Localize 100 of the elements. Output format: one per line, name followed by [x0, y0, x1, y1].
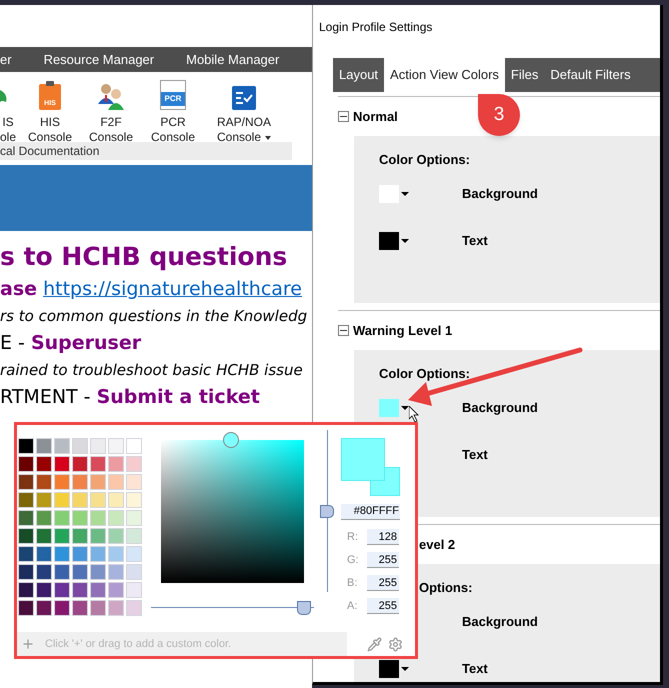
ribbon-button[interactable]: IS ole [0, 115, 16, 145]
palette-swatch[interactable] [108, 546, 124, 562]
palette-swatch[interactable] [90, 510, 106, 526]
palette-swatch[interactable] [90, 456, 106, 472]
channel-field[interactable]: 255 [367, 552, 399, 568]
palette-swatch[interactable] [54, 546, 70, 562]
palette-swatch[interactable] [36, 546, 52, 562]
palette-swatch[interactable] [18, 456, 34, 472]
slider-thumb[interactable] [320, 505, 334, 518]
palette-swatch[interactable] [18, 528, 34, 544]
color-label: Background [462, 613, 538, 632]
palette-swatch[interactable] [54, 582, 70, 598]
palette-swatch[interactable] [18, 438, 34, 454]
palette-swatch[interactable] [126, 456, 142, 472]
palette-swatch[interactable] [18, 474, 34, 490]
palette-swatch[interactable] [108, 474, 124, 490]
palette-swatch[interactable] [72, 600, 88, 616]
palette-swatch[interactable] [90, 600, 106, 616]
palette-swatch[interactable] [108, 510, 124, 526]
hex-field[interactable]: #80FFFF [341, 504, 400, 520]
palette-swatch[interactable] [36, 510, 52, 526]
palette-swatch[interactable] [18, 600, 34, 616]
palette-swatch[interactable] [72, 564, 88, 580]
channel-field[interactable]: 128 [367, 529, 399, 546]
palette-swatch[interactable] [36, 582, 52, 598]
palette-swatch[interactable] [108, 438, 124, 454]
color-label: Text [462, 660, 488, 678]
collapse-icon[interactable] [338, 111, 349, 122]
menu-item[interactable]: Mobile Manager [186, 50, 280, 70]
palette-swatch[interactable] [108, 492, 124, 508]
palette-swatch[interactable] [90, 564, 106, 580]
add-icon[interactable] [21, 637, 35, 651]
palette-swatch[interactable] [36, 492, 52, 508]
color-swatch[interactable] [379, 232, 399, 250]
palette-swatch[interactable] [126, 492, 142, 508]
palette-swatch[interactable] [90, 582, 106, 598]
slider-thumb[interactable] [297, 601, 312, 615]
palette-swatch[interactable] [36, 474, 52, 490]
palette-swatch[interactable] [108, 564, 124, 580]
color-swatch[interactable] [379, 399, 399, 417]
palette-swatch[interactable] [36, 600, 52, 616]
palette-swatch[interactable] [108, 582, 124, 598]
palette-swatch[interactable] [72, 492, 88, 508]
palette-swatch[interactable] [90, 528, 106, 544]
palette-swatch[interactable] [126, 564, 142, 580]
ribbon-button[interactable]: F2F Console [88, 115, 134, 145]
palette-swatch[interactable] [18, 582, 34, 598]
palette-swatch[interactable] [54, 492, 70, 508]
palette-swatch[interactable] [72, 510, 88, 526]
palette-swatch[interactable] [54, 438, 70, 454]
link[interactable]: https://signaturehealthcare [43, 278, 302, 300]
palette-swatch[interactable] [54, 510, 70, 526]
saturation-area[interactable] [161, 440, 304, 583]
palette-swatch[interactable] [54, 564, 70, 580]
palette-swatch[interactable] [36, 438, 52, 454]
ribbon-button[interactable]: HIS Console [28, 115, 72, 145]
palette-swatch[interactable] [90, 438, 106, 454]
palette-swatch[interactable] [126, 546, 142, 562]
palette-swatch[interactable] [54, 456, 70, 472]
palette-swatch[interactable] [72, 528, 88, 544]
palette-swatch[interactable] [108, 528, 124, 544]
palette-swatch[interactable] [90, 492, 106, 508]
palette-swatch[interactable] [54, 600, 70, 616]
palette-swatch[interactable] [54, 528, 70, 544]
channel-field[interactable]: 255 [367, 598, 399, 614]
palette-swatch[interactable] [72, 474, 88, 490]
palette-swatch[interactable] [108, 456, 124, 472]
palette-swatch[interactable] [72, 438, 88, 454]
palette-swatch[interactable] [36, 528, 52, 544]
palette-swatch[interactable] [90, 546, 106, 562]
palette-swatch[interactable] [126, 528, 142, 544]
palette-swatch[interactable] [126, 510, 142, 526]
ribbon-button[interactable]: PCR Console [150, 115, 196, 145]
eyedropper-icon[interactable] [367, 636, 382, 652]
palette-swatch[interactable] [126, 600, 142, 616]
palette-swatch[interactable] [18, 492, 34, 508]
opacity-slider[interactable] [151, 601, 314, 615]
menu-item[interactable]: Resource Manager [44, 50, 154, 70]
palette-swatch[interactable] [72, 456, 88, 472]
palette-swatch[interactable] [54, 474, 70, 490]
palette-swatch[interactable] [18, 510, 34, 526]
collapse-icon[interactable] [338, 325, 349, 336]
palette-swatch[interactable] [90, 474, 106, 490]
palette-swatch[interactable] [72, 582, 88, 598]
palette-swatch[interactable] [36, 564, 52, 580]
menu-item[interactable]: er [0, 50, 12, 70]
palette-swatch[interactable] [126, 474, 142, 490]
palette-swatch[interactable] [126, 438, 142, 454]
palette-swatch[interactable] [126, 582, 142, 598]
description: rained to troubleshoot basic HCHB issue [0, 360, 304, 381]
palette-swatch[interactable] [72, 546, 88, 562]
color-swatch[interactable] [379, 660, 399, 678]
color-handle[interactable] [223, 432, 239, 448]
palette-swatch[interactable] [108, 600, 124, 616]
tab[interactable]: Action View Colors [384, 58, 505, 92]
settings-icon[interactable] [388, 636, 403, 652]
palette-swatch[interactable] [18, 564, 34, 580]
channel-field[interactable]: 255 [367, 575, 399, 592]
palette-swatch[interactable] [36, 456, 52, 472]
palette-swatch[interactable] [18, 546, 34, 562]
